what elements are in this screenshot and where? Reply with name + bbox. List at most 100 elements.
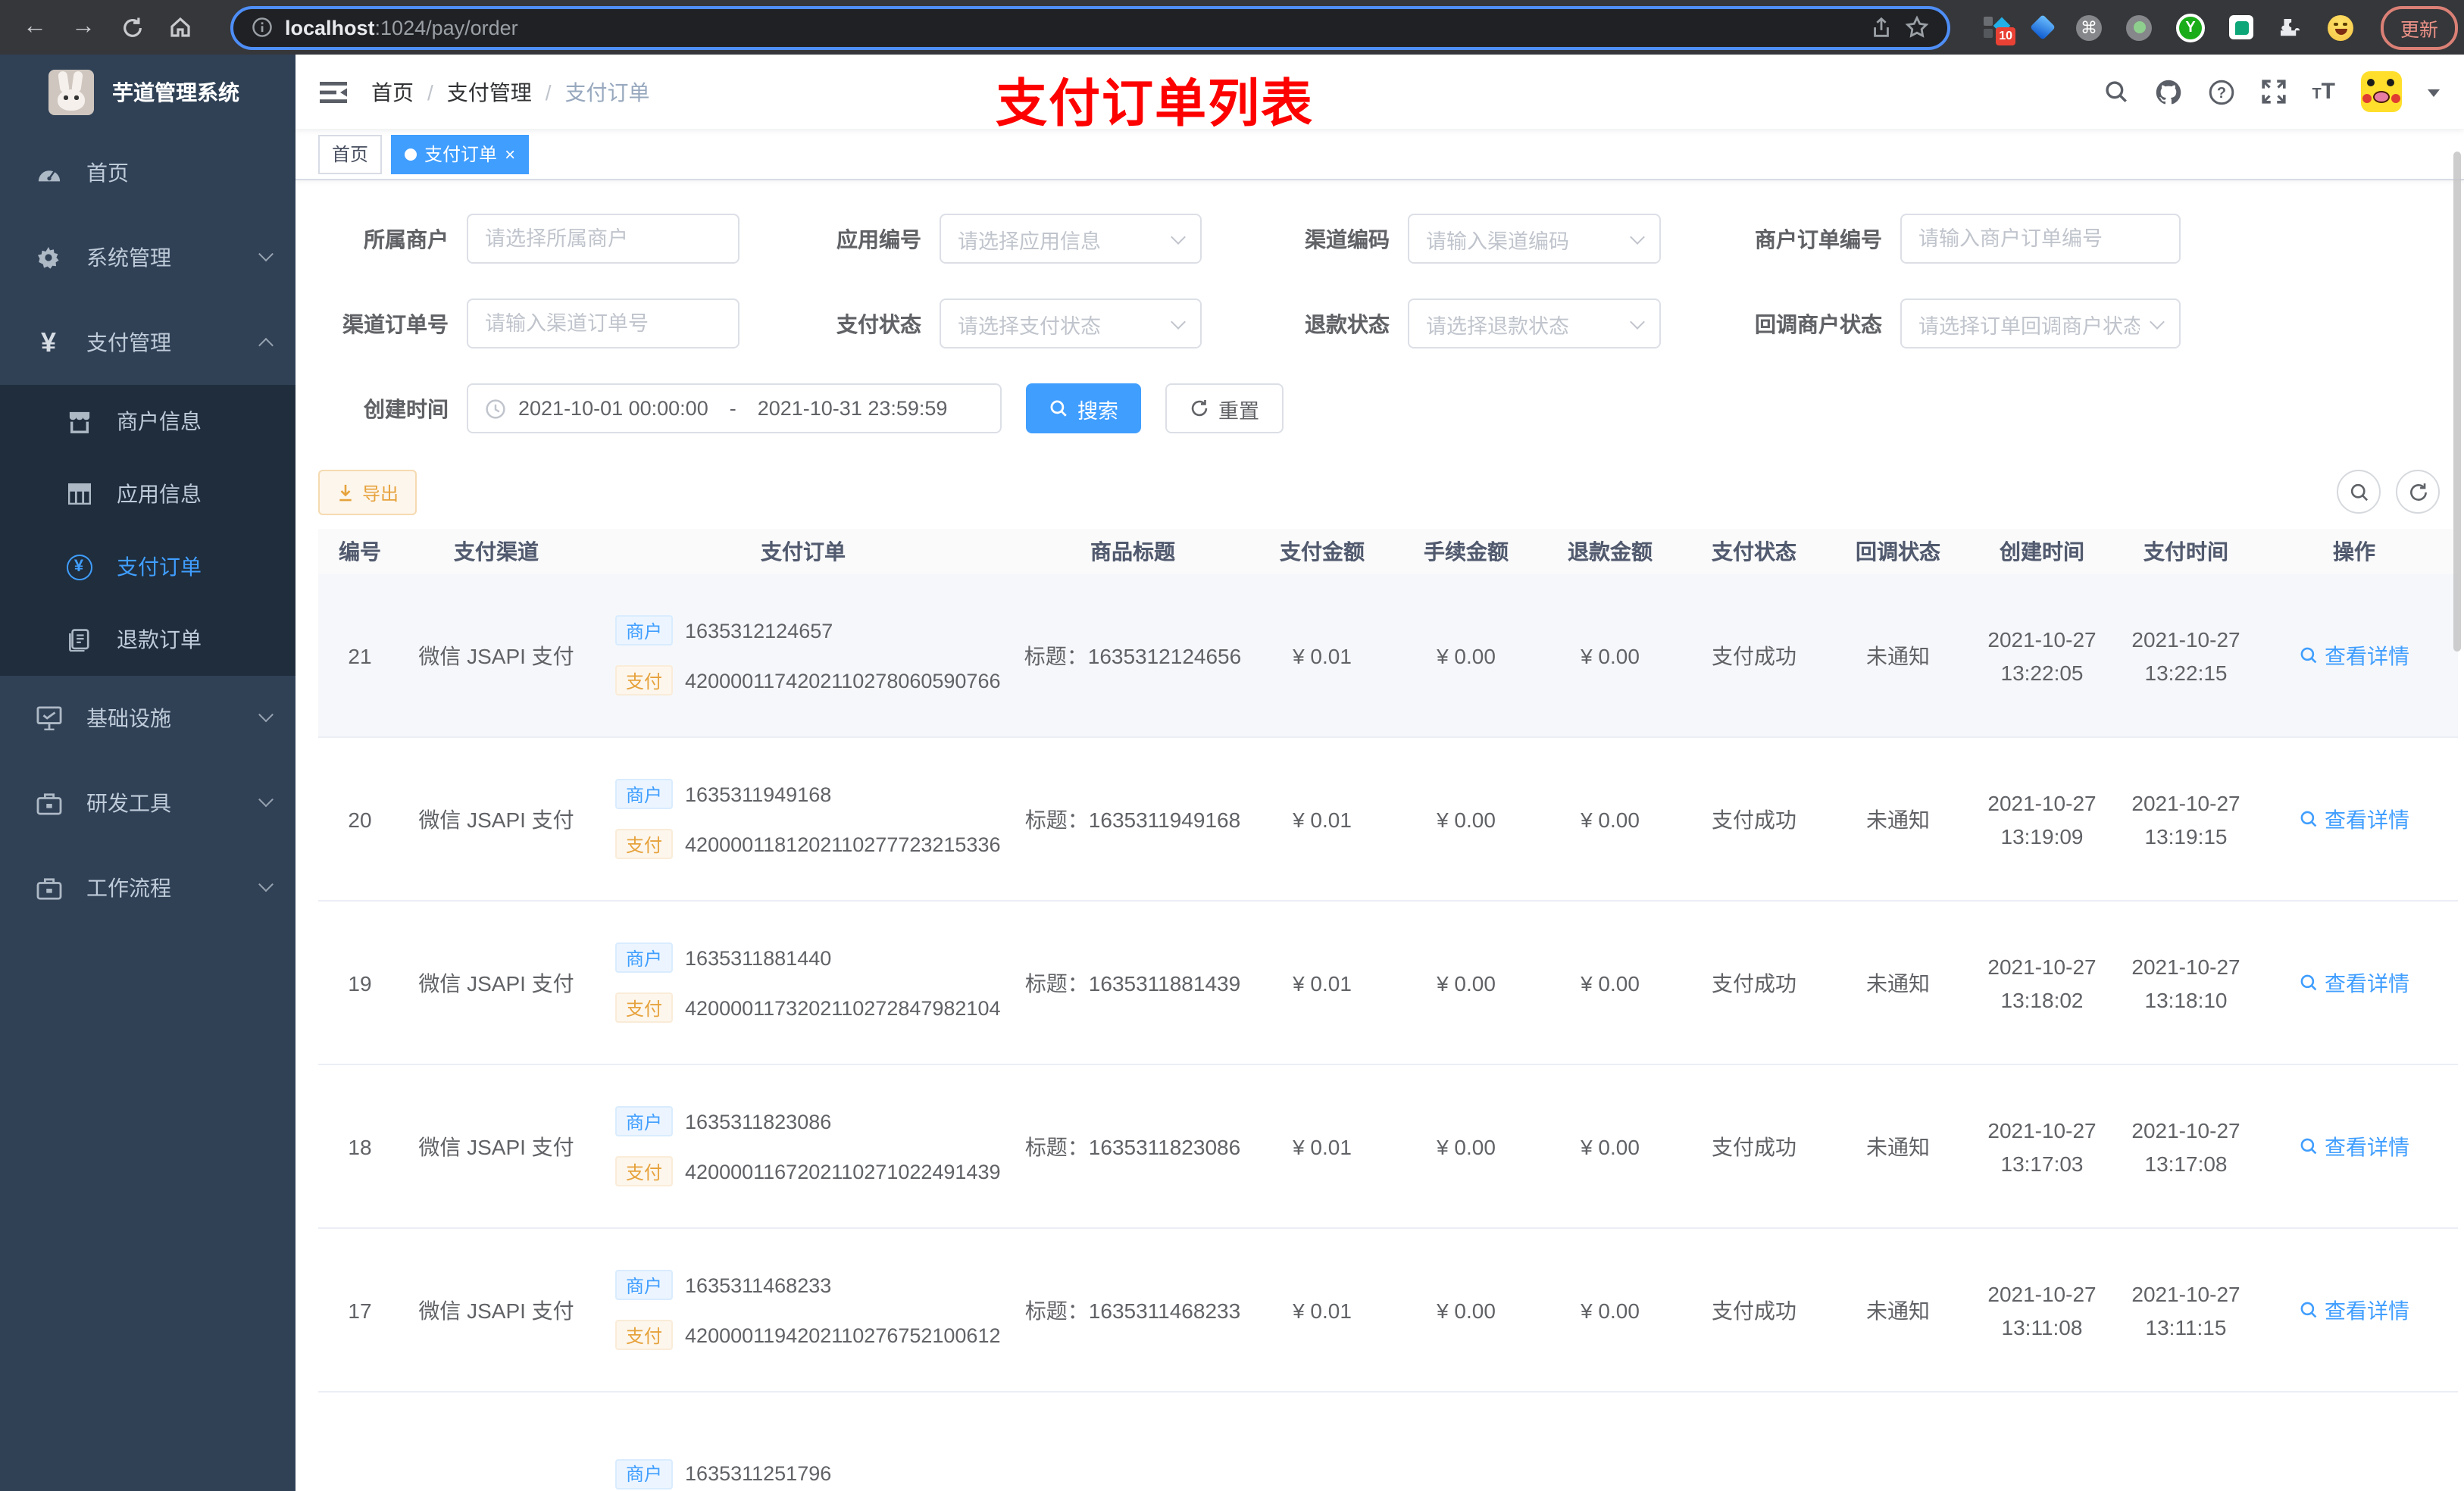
table-row: 19 微信 JSAPI 支付 商户 1635311881440 支付 420000… bbox=[318, 902, 2458, 1065]
browser-chrome: ← → localhost:1024/pay/order 10 ⌘ Y 更新 bbox=[0, 0, 2464, 55]
browser-update-button[interactable]: 更新 bbox=[2381, 5, 2459, 49]
cell-pay-time: 2021-10-27 13:17:08 bbox=[2131, 1117, 2240, 1175]
tag-close-icon[interactable]: × bbox=[505, 145, 515, 163]
refresh-table-button[interactable] bbox=[2396, 470, 2440, 514]
extension-badge-icon[interactable]: 10 bbox=[1984, 15, 2015, 45]
export-button[interactable]: 导出 bbox=[318, 470, 417, 515]
search-icon bbox=[1050, 400, 1067, 417]
extension-greendot-icon[interactable] bbox=[2126, 14, 2152, 40]
export-button-label: 导出 bbox=[362, 483, 399, 504]
filter-merchant-order-no: 商户订单编号 bbox=[1709, 214, 2181, 264]
search-button[interactable]: 搜索 bbox=[1026, 383, 1141, 433]
table-row: 18 微信 JSAPI 支付 商户 1635311823086 支付 420000… bbox=[318, 1065, 2458, 1229]
sidebar-item-home[interactable]: 首页 bbox=[0, 130, 295, 215]
navbar: 首页 / 支付管理 / 支付订单 支付订单列表 ? TT bbox=[295, 55, 2464, 133]
show-search-toggle-button[interactable] bbox=[2337, 470, 2381, 514]
reset-button[interactable]: 重置 bbox=[1165, 383, 1284, 433]
avatar-caret-icon[interactable] bbox=[2428, 89, 2440, 102]
user-avatar[interactable] bbox=[2361, 71, 2402, 112]
extension-gem-icon[interactable] bbox=[2030, 14, 2056, 40]
merchant-tag: 商户 bbox=[615, 1458, 674, 1489]
extension-command-icon[interactable]: ⌘ bbox=[2076, 14, 2102, 40]
pay-tag: 支付 bbox=[615, 1320, 674, 1350]
tag-home[interactable]: 首页 bbox=[318, 134, 383, 173]
date-range-end[interactable]: 2021-10-31 23:59:59 bbox=[758, 397, 948, 420]
column-header-3: 商品标题 bbox=[1090, 539, 1175, 564]
view-detail-label: 查看详情 bbox=[2325, 643, 2409, 667]
github-icon[interactable] bbox=[2154, 78, 2181, 105]
pay-order-no: 4200001167202110271022491439 bbox=[685, 1160, 1001, 1183]
share-icon[interactable] bbox=[1870, 16, 1893, 39]
site-info-icon[interactable] bbox=[252, 17, 273, 38]
chevron-down-icon bbox=[1630, 314, 1645, 329]
merchant-order-no: 1635311881440 bbox=[685, 946, 832, 969]
browser-home-button[interactable] bbox=[161, 8, 200, 47]
browser-forward-button[interactable]: → bbox=[64, 8, 103, 47]
sidebar-item-merchant-info[interactable]: 商户信息 bbox=[0, 385, 295, 458]
breadcrumb-payment[interactable]: 支付管理 bbox=[447, 77, 532, 107]
view-detail-link[interactable]: 查看详情 bbox=[2299, 1131, 2409, 1161]
table-toolbar: 导出 bbox=[318, 468, 2464, 517]
cell-pay-order: 商户 1635311881440 支付 42000011732021102728… bbox=[591, 942, 1015, 1023]
breadcrumb-home[interactable]: 首页 bbox=[371, 77, 414, 107]
sidebar-item-pay-order[interactable]: ¥ 支付订单 bbox=[0, 530, 295, 603]
chevron-down-icon bbox=[258, 791, 274, 807]
sidebar-item-infrastructure[interactable]: 基础设施 bbox=[0, 676, 295, 761]
sidebar-item-refund-order[interactable]: 退款订单 bbox=[0, 603, 295, 676]
fullscreen-icon[interactable] bbox=[2260, 79, 2286, 105]
help-icon[interactable]: ? bbox=[2207, 78, 2234, 105]
select-placeholder: 请选择退款状态 bbox=[1426, 314, 1569, 337]
bookmark-star-icon[interactable] bbox=[1905, 15, 1929, 39]
sidebar-collapse-icon[interactable] bbox=[320, 80, 347, 104]
tag-pay-order[interactable]: 支付订单 × bbox=[391, 134, 530, 173]
refund-status-select[interactable]: 请选择退款状态 bbox=[1408, 299, 1661, 349]
toolbox-icon bbox=[30, 792, 67, 814]
merchant-order-line: 商户 1635311949168 bbox=[615, 779, 1015, 809]
sidebar-item-payment[interactable]: ¥ 支付管理 bbox=[0, 300, 295, 385]
pay-tag: 支付 bbox=[615, 665, 674, 695]
profile-avatar-icon[interactable] bbox=[2328, 14, 2353, 40]
cell-id: 19 bbox=[348, 971, 372, 995]
cell-pay-time: 2021-10-27 13:18:10 bbox=[2131, 954, 2240, 1011]
extension-chat-icon[interactable] bbox=[2229, 15, 2253, 39]
browser-reload-button[interactable] bbox=[112, 8, 152, 47]
refresh-icon bbox=[1191, 399, 1208, 417]
page-scrollbar[interactable] bbox=[2453, 152, 2461, 652]
notify-status-select[interactable]: 请选择订单回调商户状态 bbox=[1900, 299, 2181, 349]
view-detail-link[interactable]: 查看详情 bbox=[2299, 804, 2409, 834]
pay-order-line: 支付 4200001173202110272847982104 bbox=[615, 992, 1015, 1023]
sidebar-item-workflow[interactable]: 工作流程 bbox=[0, 846, 295, 930]
pay-order-line: 支付 4200001167202110271022491439 bbox=[615, 1156, 1015, 1186]
app-title: 芋道管理系统 bbox=[112, 80, 239, 105]
merchant-order-no-input[interactable] bbox=[1900, 214, 2181, 264]
view-detail-label: 查看详情 bbox=[2325, 807, 2409, 831]
font-size-icon[interactable]: TT bbox=[2312, 79, 2335, 105]
address-bar[interactable]: localhost:1024/pay/order bbox=[230, 5, 1950, 49]
cell-id: 20 bbox=[348, 807, 372, 831]
channel-order-no-input[interactable] bbox=[467, 299, 740, 349]
sidebar-item-system[interactable]: 系统管理 bbox=[0, 215, 295, 300]
view-detail-link[interactable]: 查看详情 bbox=[2299, 1295, 2409, 1325]
column-header-2: 支付订单 bbox=[761, 539, 846, 564]
sidebar-item-dev-tools[interactable]: 研发工具 bbox=[0, 761, 295, 846]
filter-label: 回调商户状态 bbox=[1755, 311, 1882, 336]
column-header-5: 手续金额 bbox=[1424, 539, 1509, 564]
view-detail-link[interactable]: 查看详情 bbox=[2299, 640, 2409, 670]
pay-order-no: 4200001173202110272847982104 bbox=[685, 996, 1001, 1019]
view-detail-link[interactable]: 查看详情 bbox=[2299, 967, 2409, 998]
extensions-puzzle-icon[interactable] bbox=[2278, 14, 2303, 40]
browser-back-button[interactable]: ← bbox=[15, 8, 55, 47]
app-select[interactable]: 请选择应用信息 bbox=[940, 214, 1202, 264]
sidebar-item-app-info[interactable]: 应用信息 bbox=[0, 458, 295, 530]
merchant-order-line: 商户 1635311881440 bbox=[615, 942, 1015, 973]
header-search-icon[interactable] bbox=[2103, 79, 2128, 105]
cell-refund: ¥ 0.00 bbox=[1581, 807, 1640, 831]
sidebar-logo-row[interactable]: 芋道管理系统 bbox=[0, 55, 295, 130]
date-range-start[interactable]: 2021-10-01 00:00:00 bbox=[518, 397, 708, 420]
merchant-select[interactable] bbox=[467, 214, 740, 264]
pay-status-select[interactable]: 请选择支付状态 bbox=[940, 299, 1202, 349]
channel-code-select[interactable]: 请输入渠道编码 bbox=[1408, 214, 1661, 264]
pay-order-line: 支付 4200001174202110278060590766 bbox=[615, 665, 1015, 695]
date-range-input[interactable]: 2021-10-01 00:00:00 - 2021-10-31 23:59:5… bbox=[467, 383, 1002, 433]
extension-y-icon[interactable]: Y bbox=[2176, 13, 2205, 42]
